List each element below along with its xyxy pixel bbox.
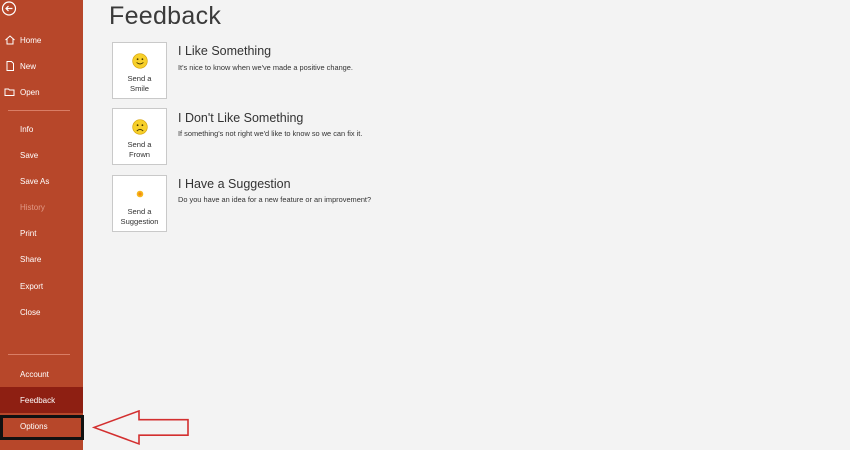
sidebar-item-share[interactable]: Share [0, 246, 83, 272]
sidebar-item-new[interactable]: New [0, 53, 83, 79]
sidebar-item-label: New [20, 62, 37, 71]
sidebar-item-label: Save [20, 151, 39, 160]
sidebar-item-label: Open [20, 88, 40, 97]
back-arrow-icon[interactable] [1, 0, 18, 17]
option-title-like: I Like Something [178, 44, 272, 58]
card-label: Send a Suggestion [120, 207, 159, 226]
page-title: Feedback [109, 2, 222, 30]
sidebar-item-label: Export [20, 282, 44, 291]
sidebar-item-label: Save As [20, 177, 50, 186]
sidebar-divider [8, 110, 70, 111]
sidebar-item-info[interactable]: Info [0, 116, 83, 142]
sidebar-item-label: Close [20, 308, 41, 317]
sidebar-item-label: Feedback [20, 396, 56, 405]
sidebar-item-label: Print [20, 229, 37, 238]
folder-open-icon [4, 88, 15, 96]
backstage-sidebar: Home New Open Info Save Save As History … [0, 0, 83, 450]
sidebar-item-label: Home [20, 36, 42, 45]
lightbulb-icon [136, 190, 144, 198]
annotation-arrow-icon [92, 410, 189, 446]
card-label: Send a Smile [127, 74, 152, 93]
option-desc-suggestion: Do you have an idea for a new feature or… [178, 195, 372, 204]
card-label: Send a Frown [127, 140, 152, 159]
sidebar-item-label: Account [20, 370, 49, 379]
sidebar-item-export[interactable]: Export [0, 273, 83, 299]
sidebar-item-label: History [20, 203, 45, 212]
options-highlight-box [0, 415, 84, 440]
sidebar-item-open[interactable]: Open [0, 79, 83, 105]
sidebar-item-close[interactable]: Close [0, 299, 83, 325]
sidebar-item-account[interactable]: Account [0, 361, 83, 387]
send-smile-button[interactable]: Send a Smile [112, 42, 167, 99]
option-desc-like: It's nice to know when we've made a posi… [178, 63, 353, 72]
new-document-icon [6, 61, 14, 71]
sidebar-item-print[interactable]: Print [0, 220, 83, 246]
frown-icon [132, 119, 148, 135]
sidebar-item-save[interactable]: Save [0, 142, 83, 168]
sidebar-divider [8, 354, 70, 355]
sidebar-item-feedback[interactable]: Feedback [0, 387, 83, 413]
sidebar-item-label: Info [20, 125, 34, 134]
option-desc-dislike: If something's not right we'd like to kn… [178, 129, 363, 138]
sidebar-item-home[interactable]: Home [0, 27, 83, 53]
sidebar-item-label: Share [20, 255, 42, 264]
option-title-dislike: I Don't Like Something [178, 111, 304, 125]
smile-icon [132, 53, 148, 69]
send-suggestion-button[interactable]: Send a Suggestion [112, 175, 167, 232]
home-icon [5, 35, 15, 45]
sidebar-item-save-as[interactable]: Save As [0, 168, 83, 194]
option-title-suggestion: I Have a Suggestion [178, 177, 291, 191]
sidebar-item-history: History [0, 194, 83, 220]
send-frown-button[interactable]: Send a Frown [112, 108, 167, 165]
